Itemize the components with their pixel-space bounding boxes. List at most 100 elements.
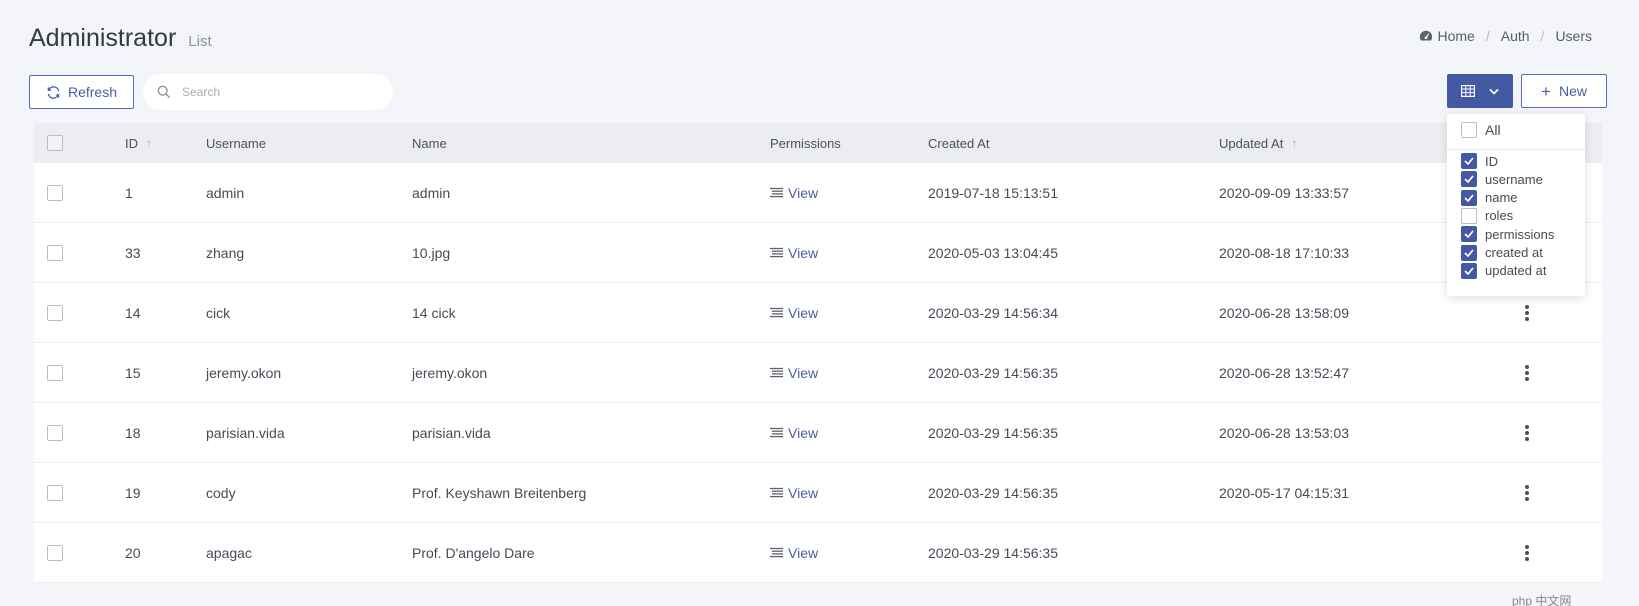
row-checkbox[interactable] xyxy=(47,484,63,501)
cell-permissions: View xyxy=(770,463,818,522)
column-option-checkbox[interactable] xyxy=(1461,207,1477,224)
row-checkbox[interactable] xyxy=(47,184,63,201)
column-header-name: Name xyxy=(412,123,447,163)
select-all-checkbox[interactable] xyxy=(47,135,63,151)
column-option-label: username xyxy=(1485,171,1543,187)
column-option-created-at[interactable]: created at xyxy=(1461,244,1543,261)
column-header-id[interactable]: ID ↑ xyxy=(125,123,152,163)
column-option-checkbox[interactable] xyxy=(1461,171,1477,188)
column-option-checkbox[interactable] xyxy=(1461,262,1477,279)
cell-created-at: 2020-03-29 14:56:35 xyxy=(928,484,1058,501)
column-option-id[interactable]: ID xyxy=(1461,153,1498,169)
view-permissions-link[interactable]: View xyxy=(770,485,818,501)
table-body: 1 admin admin View 2019-07-18 15:13:51 2020-0… xyxy=(34,163,1602,583)
view-permissions-link[interactable]: View xyxy=(770,425,818,441)
list-icon xyxy=(770,187,783,198)
checkmark-icon xyxy=(1464,194,1474,202)
view-permissions-link[interactable]: View xyxy=(770,545,818,561)
column-option-checkbox[interactable] xyxy=(1461,122,1477,138)
column-option-roles[interactable]: roles xyxy=(1461,207,1513,224)
row-checkbox[interactable] xyxy=(47,304,63,321)
table-row: 14 cick 14 cick View 2020-03-29 14:56:34 2020… xyxy=(34,283,1602,343)
column-option-all[interactable]: All xyxy=(1461,122,1501,138)
new-label: New xyxy=(1558,83,1587,99)
column-option-label: name xyxy=(1485,190,1518,206)
view-label: View xyxy=(788,184,819,201)
breadcrumb-separator: / xyxy=(1540,28,1545,44)
page-header: Administrator List xyxy=(29,24,212,53)
column-header-name-label: Name xyxy=(412,135,447,151)
column-option-checkbox[interactable] xyxy=(1461,189,1477,206)
cell-id: 1 xyxy=(125,184,133,201)
page-subtitle: List xyxy=(188,33,212,50)
more-actions-icon[interactable] xyxy=(1524,424,1530,441)
column-selector-dropdown: All ID username name roles permissions create… xyxy=(1447,114,1585,296)
breadcrumb-auth[interactable]: Auth xyxy=(1501,28,1530,44)
view-label: View xyxy=(788,244,819,261)
cell-name: 10.jpg xyxy=(412,244,451,261)
list-icon xyxy=(770,367,783,378)
cell-updated-at: 2020-09-09 13:33:57 xyxy=(1219,184,1349,201)
row-checkbox-cell xyxy=(47,523,63,582)
row-checkbox-cell xyxy=(47,283,63,342)
row-checkbox[interactable] xyxy=(47,424,63,441)
column-option-label: All xyxy=(1485,122,1501,138)
sort-arrow-icon[interactable]: ↑ xyxy=(1291,136,1297,150)
column-option-username[interactable]: username xyxy=(1461,171,1543,188)
table-row: 20 apagac Prof. D'angelo Dare View 2020-03-2… xyxy=(34,523,1602,583)
column-option-permissions[interactable]: permissions xyxy=(1461,226,1554,243)
row-checkbox[interactable] xyxy=(47,544,63,561)
more-actions-icon[interactable] xyxy=(1524,544,1530,561)
list-icon xyxy=(770,487,783,498)
column-option-checkbox[interactable] xyxy=(1461,226,1477,243)
cell-updated-at: 2020-06-28 13:58:09 xyxy=(1219,304,1349,321)
cell-name: parisian.vida xyxy=(412,424,491,441)
select-all-cell xyxy=(47,123,63,163)
cell-created-at: 2020-03-29 14:56:35 xyxy=(928,364,1058,381)
column-header-permissions: Permissions xyxy=(770,123,841,163)
refresh-button[interactable]: Refresh xyxy=(29,75,134,109)
row-actions xyxy=(1524,523,1530,582)
table-row: 18 parisian.vida parisian.vida View 2020-03-… xyxy=(34,403,1602,463)
row-checkbox[interactable] xyxy=(47,244,63,261)
search-input[interactable] xyxy=(182,85,372,99)
row-checkbox[interactable] xyxy=(47,364,63,381)
column-selector-button[interactable] xyxy=(1447,74,1513,108)
sort-arrow-icon[interactable]: ↑ xyxy=(146,136,152,150)
more-actions-icon[interactable] xyxy=(1524,364,1530,381)
table-row: 33 zhang 10.jpg View 2020-05-03 13:04:45 2020… xyxy=(34,223,1602,283)
view-permissions-link[interactable]: View xyxy=(770,185,818,201)
view-permissions-link[interactable]: View xyxy=(770,305,818,321)
column-header-updated-at[interactable]: Updated At ↑ xyxy=(1219,123,1297,163)
row-checkbox-cell xyxy=(47,403,63,462)
table-row: 1 admin admin View 2019-07-18 15:13:51 2020-0… xyxy=(34,163,1602,223)
refresh-icon xyxy=(47,85,60,99)
cell-username: jeremy.okon xyxy=(206,364,282,381)
view-permissions-link[interactable]: View xyxy=(770,365,818,381)
users-table: ID ↑ Username Name Permissions Created A… xyxy=(34,123,1602,606)
search-icon xyxy=(157,85,171,99)
column-option-checkbox[interactable] xyxy=(1461,244,1477,261)
cell-name: 14 cick xyxy=(412,304,456,321)
row-actions xyxy=(1524,403,1530,462)
checkmark-icon xyxy=(1464,157,1474,165)
column-option-updated-at[interactable]: updated at xyxy=(1461,262,1546,279)
cell-permissions: View xyxy=(770,343,818,402)
breadcrumb-home[interactable]: Home xyxy=(1437,28,1474,44)
search-box[interactable] xyxy=(143,74,393,110)
more-actions-icon[interactable] xyxy=(1524,484,1530,501)
cell-name: Prof. D'angelo Dare xyxy=(412,544,535,561)
new-button[interactable]: + New xyxy=(1521,74,1607,108)
cell-created-at: 2019-07-18 15:13:51 xyxy=(928,184,1058,201)
dropdown-divider xyxy=(1447,149,1585,150)
view-permissions-link[interactable]: View xyxy=(770,245,818,261)
cell-username: cody xyxy=(206,484,236,501)
watermark-logo: php 中文网 xyxy=(1512,594,1572,606)
dashboard-icon xyxy=(1420,30,1433,41)
row-actions xyxy=(1524,463,1530,522)
cell-permissions: View xyxy=(770,283,818,342)
column-option-checkbox[interactable] xyxy=(1461,153,1477,169)
more-actions-icon[interactable] xyxy=(1524,304,1530,321)
list-icon xyxy=(770,547,783,558)
column-option-name[interactable]: name xyxy=(1461,189,1518,206)
